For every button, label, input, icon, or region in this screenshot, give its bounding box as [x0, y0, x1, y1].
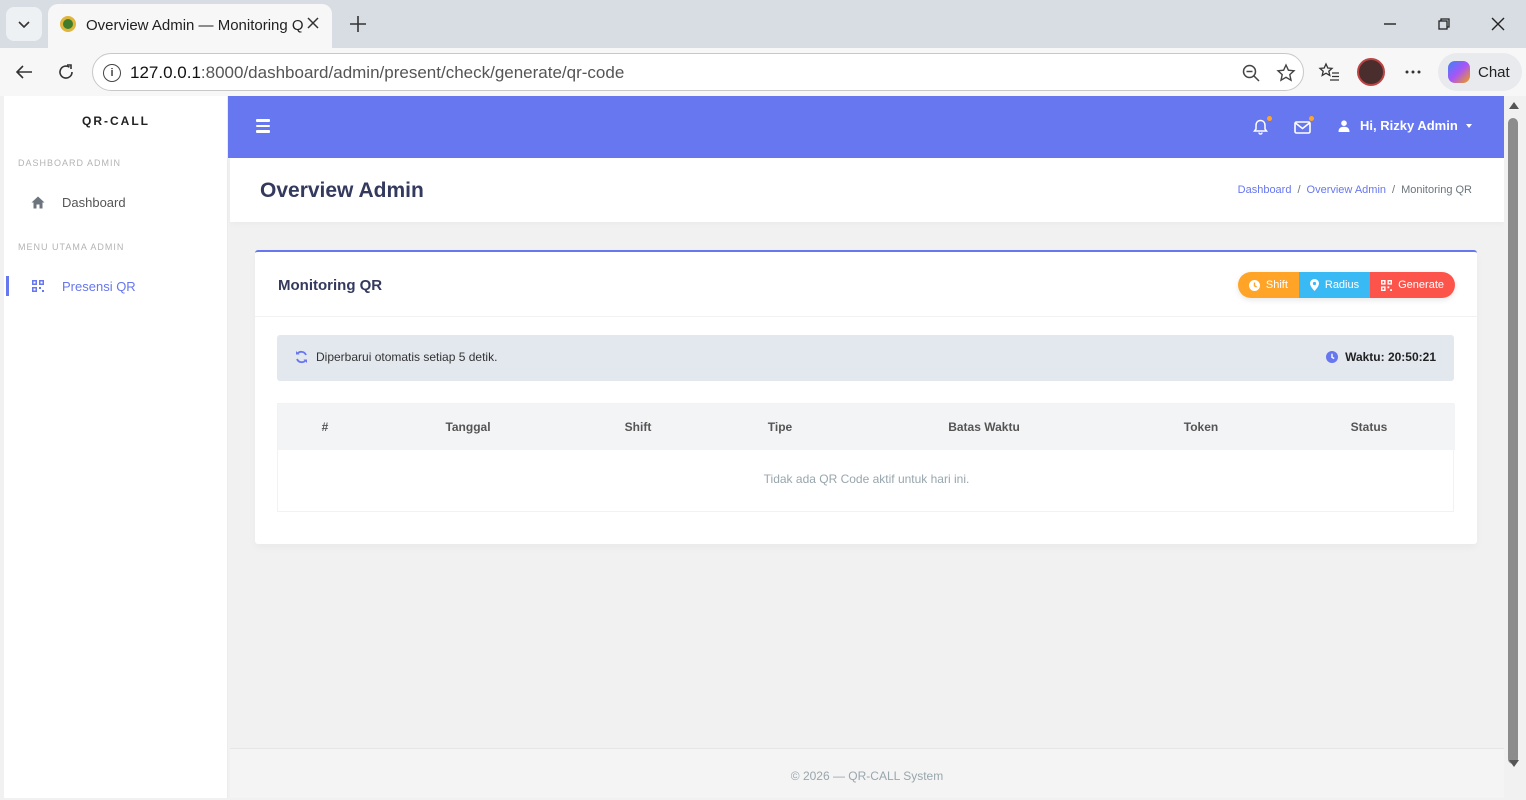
column-header: Token [1183, 420, 1219, 434]
sidebar-item-presensi-qr[interactable]: Presensi QR [4, 268, 228, 304]
scroll-thumb[interactable] [1508, 118, 1518, 764]
favorite-star-icon[interactable] [1275, 62, 1297, 84]
qrcode-icon [26, 280, 50, 292]
chevron-down-icon [18, 21, 30, 29]
messages-button[interactable] [1292, 116, 1314, 137]
sidebar-heading-dashboard: DASHBOARD ADMIN [18, 158, 122, 168]
caret-down-icon [1465, 123, 1472, 128]
address-bar[interactable]: i 127.0.0.1:8000/dashboard/admin/present… [92, 53, 1304, 91]
user-greeting: Hi, Rizky Admin [1360, 118, 1458, 133]
clock-icon [1248, 279, 1260, 291]
new-tab-button[interactable] [344, 10, 372, 38]
browser-tab[interactable]: Overview Admin — Monitoring QR [48, 4, 332, 48]
close-tab-button[interactable] [302, 12, 324, 34]
scroll-down-arrow-icon[interactable] [1509, 760, 1519, 767]
breadcrumb-separator: / [1392, 184, 1396, 196]
monitoring-card: Monitoring QR Shift Radius Generate Dipe… [255, 250, 1477, 544]
shift-button[interactable]: Shift [1237, 272, 1299, 298]
tab-list-button[interactable] [6, 7, 42, 41]
notification-dot [1267, 116, 1272, 121]
qr-table: # Tanggal Shift Tipe Batas Waktu Token S… [277, 403, 1455, 512]
sync-icon [296, 350, 307, 364]
copilot-icon [1448, 61, 1470, 83]
url-text: 127.0.0.1:8000/dashboard/admin/present/c… [130, 63, 625, 82]
browser-tab-bar: Overview Admin — Monitoring QR [0, 0, 1526, 48]
back-button[interactable] [10, 58, 38, 86]
footer-text: © 2026 — QR-CALL System [790, 769, 944, 783]
copilot-chat-button[interactable]: Chat [1438, 53, 1522, 91]
scroll-up-arrow-icon[interactable] [1509, 102, 1519, 109]
minimize-button[interactable] [1378, 12, 1402, 36]
favorites-list-icon [1318, 62, 1339, 81]
user-dropdown[interactable]: Hi, Rizky Admin [1338, 118, 1472, 133]
clock-time: Waktu: 20:50:21 [1345, 350, 1436, 364]
section-header: Overview Admin Dashboard / Overview Admi… [230, 158, 1504, 222]
breadcrumb-overview-link[interactable]: Overview Admin [1307, 184, 1386, 196]
action-button-group: Shift Radius Generate [1237, 272, 1455, 298]
page-title: Overview Admin [260, 179, 424, 202]
user-icon [1338, 119, 1350, 132]
footer: © 2026 — QR-CALL System [230, 748, 1504, 798]
auto-refresh-alert: Diperbarui otomatis setiap 5 detik. Wakt… [277, 335, 1454, 381]
close-icon [307, 17, 319, 29]
tab-title: Overview Admin — Monitoring QR [86, 17, 304, 34]
reload-icon [59, 64, 73, 79]
profile-avatar[interactable] [1357, 58, 1385, 86]
column-header: # [321, 420, 329, 434]
favorites-button[interactable] [1315, 58, 1343, 86]
site-favicon-icon [60, 16, 76, 32]
breadcrumb-separator: / [1297, 184, 1301, 196]
radius-button[interactable]: Radius [1298, 272, 1371, 298]
bell-icon [1252, 119, 1268, 135]
sidebar-item-label: Dashboard [62, 194, 126, 210]
zoom-icon[interactable] [1240, 62, 1262, 84]
page-scrollbar[interactable] [1504, 96, 1526, 800]
column-header: Batas Waktu [948, 420, 1020, 434]
alert-text: Diperbarui otomatis setiap 5 detik. [316, 350, 498, 364]
breadcrumb-current: Monitoring QR [1401, 184, 1472, 196]
reload-button[interactable] [52, 58, 80, 86]
clock-icon [1326, 351, 1339, 363]
brand-logo[interactable]: QR-CALL [4, 114, 228, 128]
restore-button[interactable] [1432, 12, 1456, 36]
envelope-icon [1293, 120, 1311, 134]
sidebar-item-dashboard[interactable]: Dashboard [4, 184, 228, 220]
close-icon [1491, 17, 1505, 31]
column-header: Tipe [767, 420, 793, 434]
close-window-button[interactable] [1486, 12, 1510, 36]
arrow-left-icon [15, 65, 32, 79]
notifications-button[interactable] [1250, 116, 1272, 137]
card-title: Monitoring QR [278, 277, 383, 294]
site-info-icon[interactable]: i [103, 64, 121, 82]
message-dot [1309, 116, 1314, 121]
sidebar-item-label: Presensi QR [62, 278, 136, 294]
table-header: # Tanggal Shift Tipe Batas Waktu Token S… [278, 404, 1455, 450]
menu-toggle-icon[interactable] [256, 119, 270, 133]
empty-table-message: Tidak ada QR Code aktif untuk hari ini. [763, 472, 970, 486]
qrcode-icon [1381, 279, 1393, 291]
home-icon [26, 196, 50, 209]
column-header: Shift [624, 420, 652, 434]
sidebar-heading-menu: MENU UTAMA ADMIN [18, 242, 125, 252]
minimize-icon [1384, 23, 1396, 25]
browser-toolbar: i 127.0.0.1:8000/dashboard/admin/present… [0, 48, 1526, 96]
breadcrumb-dashboard-link[interactable]: Dashboard [1238, 184, 1292, 196]
column-header: Status [1350, 420, 1388, 434]
card-divider [255, 316, 1477, 317]
map-marker-icon [1309, 279, 1319, 291]
sidebar: QR-CALL DASHBOARD ADMIN Dashboard MENU U… [4, 96, 228, 798]
top-navbar: Hi, Rizky Admin [228, 96, 1504, 158]
restore-icon [1438, 18, 1450, 30]
column-header: Tanggal [445, 420, 491, 434]
more-options-button[interactable] [1399, 58, 1427, 86]
more-horizontal-icon [1405, 70, 1421, 74]
breadcrumb: Dashboard / Overview Admin / Monitoring … [1238, 184, 1472, 196]
plus-icon [350, 16, 366, 32]
generate-button[interactable]: Generate [1370, 272, 1455, 298]
